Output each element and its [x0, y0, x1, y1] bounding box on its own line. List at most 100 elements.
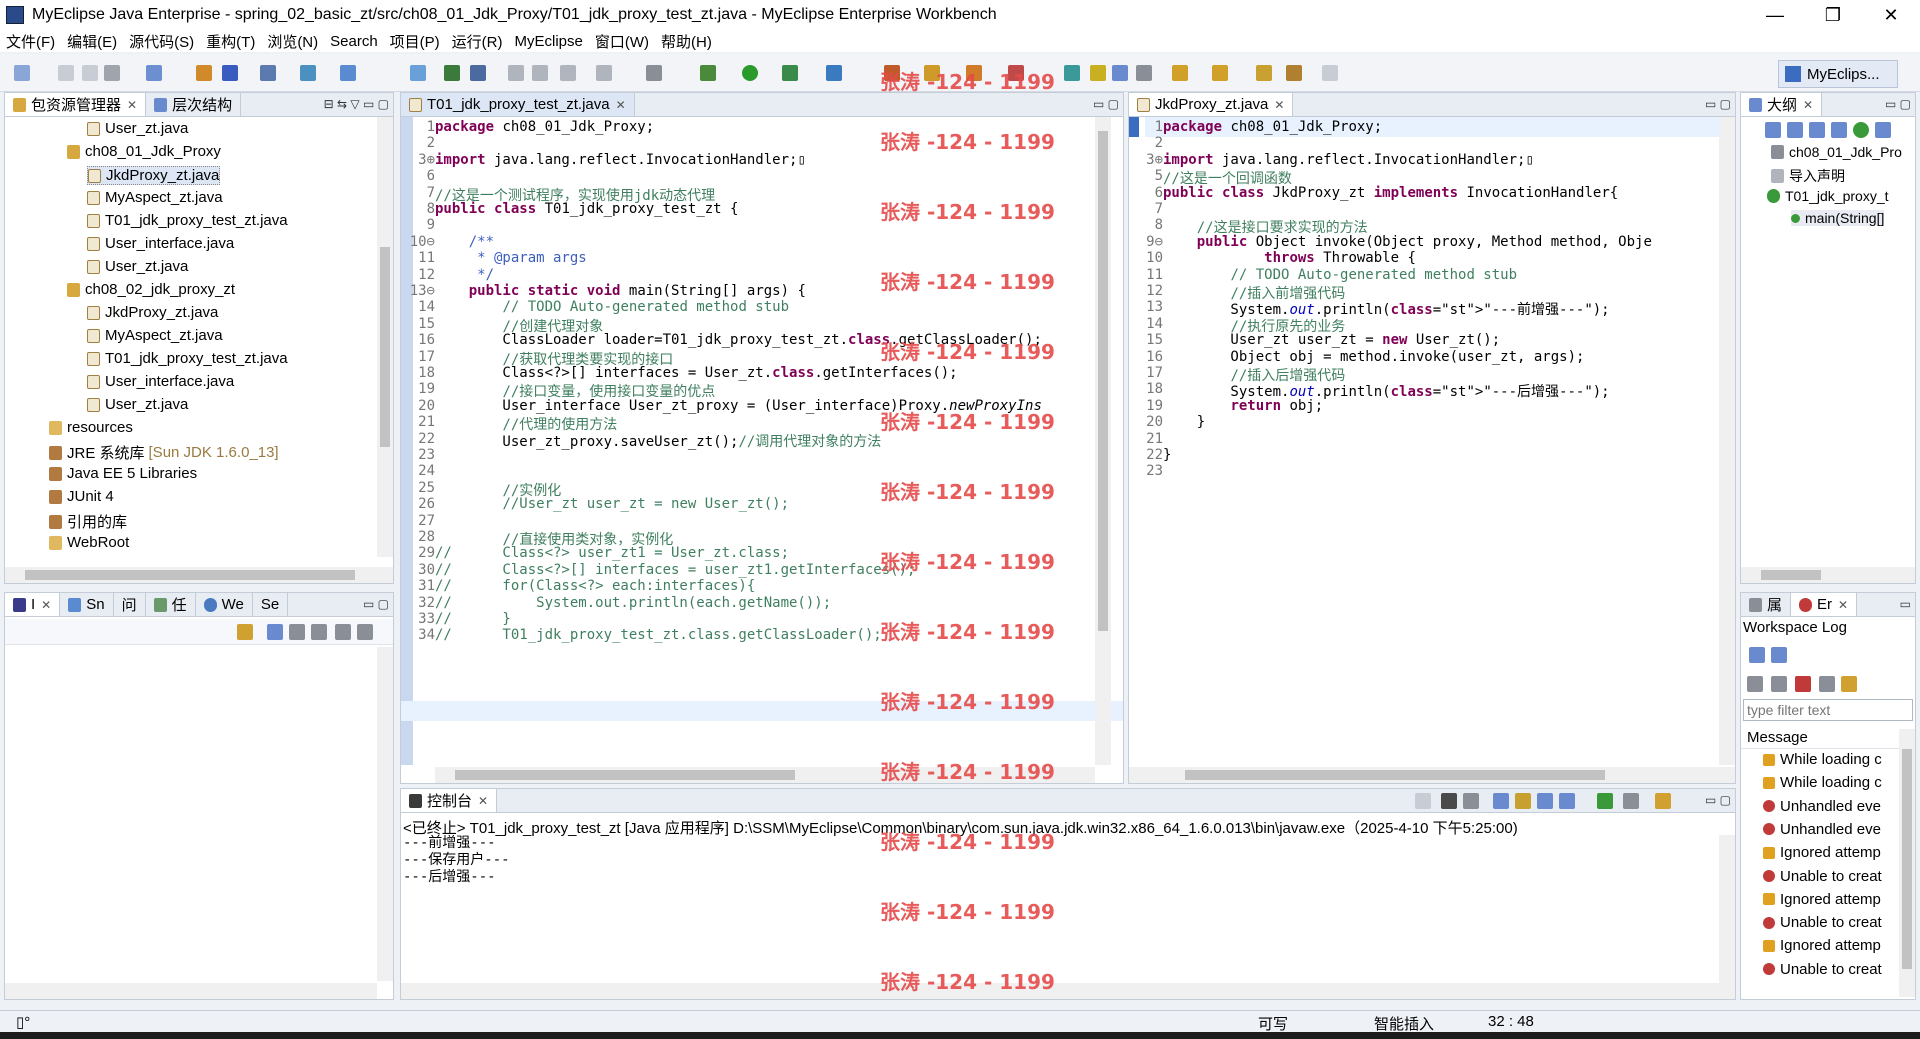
tree-item-library[interactable]: JUnit 4 — [49, 488, 114, 505]
tab-problems[interactable]: 问 — [114, 593, 146, 616]
close-icon[interactable]: ✕ — [127, 98, 137, 112]
menu-project[interactable]: 项目(P) — [390, 31, 440, 52]
log-row[interactable]: Unhandled eve — [1763, 798, 1881, 815]
log-row[interactable]: Unhandled eve — [1763, 821, 1881, 838]
link-icon[interactable] — [508, 65, 524, 81]
tab-test-file[interactable]: T01_jdk_proxy_test_zt.java ✕ — [401, 93, 635, 116]
menu-search[interactable]: Search — [330, 33, 378, 50]
show-on-output-icon[interactable] — [1537, 793, 1553, 809]
maximize-button[interactable]: ❐ — [1804, 0, 1862, 30]
open-type-icon[interactable] — [300, 65, 316, 81]
browser-icon[interactable] — [444, 65, 460, 81]
outline-item-imports[interactable]: 导入声明 — [1771, 166, 1845, 186]
scroll-thumb[interactable] — [1185, 770, 1605, 780]
vertical-scrollbar[interactable] — [1899, 729, 1915, 997]
close-icon[interactable]: ✕ — [478, 794, 488, 808]
tree-item[interactable]: T01_jdk_proxy_test_zt.java — [87, 350, 288, 367]
log-row[interactable]: While loading c — [1763, 751, 1882, 768]
outline-item-class[interactable]: T01_jdk_proxy_t — [1767, 188, 1889, 204]
horizontal-scrollbar[interactable] — [5, 983, 377, 999]
log-filter-input[interactable] — [1743, 699, 1913, 721]
external-tools-icon[interactable] — [826, 65, 842, 81]
horizontal-scrollbar[interactable] — [1741, 567, 1915, 583]
scroll-thumb[interactable] — [380, 247, 390, 447]
scroll-thumb[interactable] — [1761, 570, 1821, 580]
open-log-icon[interactable] — [1771, 676, 1787, 692]
perspective-switcher[interactable]: MyEclips... — [1778, 60, 1898, 88]
menu-myeclipse[interactable]: MyEclipse — [515, 33, 583, 50]
zoom-out-icon[interactable] — [289, 624, 305, 640]
menu-edit[interactable]: 编辑(E) — [67, 31, 117, 52]
tree-item[interactable]: User_zt.java — [87, 120, 188, 137]
menu-run[interactable]: 运行(R) — [452, 31, 503, 52]
menu-source[interactable]: 源代码(S) — [129, 31, 194, 52]
log-column-header[interactable]: Message — [1741, 727, 1915, 749]
save-all-icon[interactable] — [82, 65, 98, 81]
fit-icon[interactable] — [335, 624, 351, 640]
new-project-icon[interactable] — [146, 65, 162, 81]
close-icon[interactable]: ✕ — [41, 598, 51, 612]
view-controls[interactable]: ▭ ▢ — [1705, 793, 1731, 807]
run-icon[interactable] — [742, 65, 758, 81]
debug-icon[interactable] — [700, 65, 716, 81]
tree-item-library[interactable]: JRE 系统库 [Sun JDK 1.6.0_13] — [49, 442, 279, 463]
web-icon[interactable] — [410, 65, 426, 81]
search-icon[interactable] — [340, 65, 356, 81]
show-on-error-icon[interactable] — [1559, 793, 1575, 809]
scroll-thumb[interactable] — [1902, 749, 1912, 969]
db-icon[interactable] — [260, 65, 276, 81]
vertical-scrollbar[interactable] — [1719, 835, 1735, 983]
prev-annotation-icon[interactable] — [1212, 65, 1228, 81]
run-last-icon[interactable] — [782, 65, 798, 81]
vertical-scrollbar[interactable] — [377, 117, 393, 557]
collapse-icon[interactable] — [1765, 122, 1781, 138]
log-row[interactable]: Unable to creat — [1763, 914, 1882, 931]
horizontal-scrollbar[interactable] — [5, 567, 393, 583]
minimize-button[interactable]: — — [1746, 0, 1804, 30]
new-icon[interactable] — [14, 65, 30, 81]
open-perspective-icon[interactable] — [1064, 65, 1080, 81]
globe-icon[interactable] — [470, 65, 486, 81]
save-icon[interactable] — [58, 65, 74, 81]
tree-item-library[interactable]: 引用的库 — [49, 511, 127, 532]
tab-package-explorer[interactable]: 包资源管理器 ✕ — [5, 93, 147, 116]
window-icon[interactable] — [646, 65, 662, 81]
scroll-thumb[interactable] — [1098, 131, 1108, 631]
print-icon[interactable] — [104, 65, 120, 81]
pin-console-icon[interactable] — [1597, 793, 1613, 809]
menu-window[interactable]: 窗口(W) — [595, 31, 649, 52]
close-icon[interactable]: ✕ — [616, 98, 626, 112]
tree-item[interactable]: MyAspect_zt.java — [87, 189, 223, 206]
vertical-scrollbar[interactable] — [377, 647, 393, 981]
scroll-lock-icon[interactable] — [1515, 793, 1531, 809]
code-editor-proxy[interactable]: 1 package ch08_01_Jdk_Proxy; 2 3⊕ import jav… — [1129, 117, 1735, 765]
menu-refactor[interactable]: 重构(T) — [206, 31, 255, 52]
tree-item-package[interactable]: ch08_02_jdk_proxy_zt — [67, 281, 235, 298]
tab-error-log[interactable]: Er ✕ — [1791, 593, 1858, 616]
log-row[interactable]: Ignored attemp — [1763, 891, 1881, 908]
restore-log-icon[interactable] — [1819, 676, 1835, 692]
tree-item-package[interactable]: ch08_01_Jdk_Proxy — [67, 143, 221, 160]
clear-log-icon[interactable] — [1747, 676, 1763, 692]
menu-navigate[interactable]: 浏览(N) — [267, 31, 318, 52]
view-controls[interactable]: ▭ ▢ — [1705, 97, 1731, 111]
refresh-icon[interactable] — [596, 65, 612, 81]
server-icon[interactable] — [222, 65, 238, 81]
import-log-icon[interactable] — [1771, 647, 1787, 663]
close-icon[interactable]: ✕ — [1274, 98, 1284, 112]
tree-item[interactable]: User_interface.java — [87, 373, 234, 390]
tab-tasks[interactable]: 任 — [146, 593, 196, 616]
terminate-icon[interactable] — [1415, 793, 1431, 809]
hide-static-icon[interactable] — [1831, 122, 1847, 138]
log-row[interactable]: Ignored attemp — [1763, 937, 1881, 954]
log-row[interactable]: Unable to creat — [1763, 868, 1882, 885]
tab-console[interactable]: 控制台 ✕ — [401, 789, 498, 812]
tab-outline[interactable]: 大纲 ✕ — [1741, 93, 1823, 116]
hide-nonpublic-icon[interactable] — [1853, 122, 1869, 138]
tab-proxy-file[interactable]: JkdProxy_zt.java ✕ — [1129, 93, 1294, 116]
outline-item-method[interactable]: main(String[] — [1791, 210, 1885, 226]
close-icon[interactable]: ✕ — [1838, 598, 1848, 612]
tree-item-folder[interactable]: WebRoot — [49, 534, 129, 551]
menu-file[interactable]: 文件(F) — [6, 31, 55, 52]
tree-item-folder[interactable]: resources — [49, 419, 133, 436]
